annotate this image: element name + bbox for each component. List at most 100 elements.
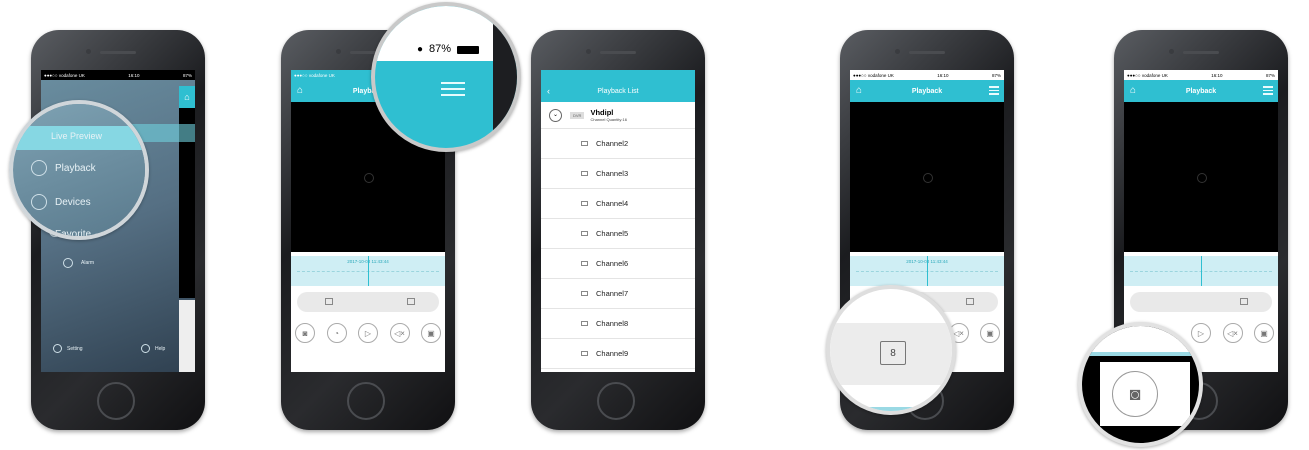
front-camera bbox=[336, 49, 341, 54]
camera-icon bbox=[581, 141, 588, 146]
speaker bbox=[100, 51, 136, 54]
channel-label: Channel6 bbox=[596, 259, 629, 268]
play-icon: ▷ bbox=[364, 328, 372, 338]
speaker bbox=[600, 51, 636, 54]
fullscreen-icon[interactable] bbox=[966, 298, 974, 305]
snapshot-button-zoom[interactable]: ◙ bbox=[1112, 371, 1158, 417]
magnifier-live-preview: Live Preview bbox=[51, 131, 103, 141]
lock-icon: ● bbox=[417, 44, 424, 55]
status-bar: ●●●○○ vodafone UK 16:10 87% bbox=[850, 70, 1004, 80]
setting-button[interactable]: Setting bbox=[53, 344, 83, 353]
timeline-cursor[interactable] bbox=[927, 256, 928, 286]
magnifier-accent-line bbox=[830, 407, 952, 411]
menu-item-alarm[interactable]: Alarm bbox=[63, 258, 94, 268]
home-button bbox=[97, 382, 135, 420]
home-icon[interactable]: ⌂ bbox=[1130, 85, 1136, 97]
back-icon[interactable]: ‹ bbox=[547, 85, 550, 97]
add-channel-icon[interactable] bbox=[364, 173, 374, 183]
timeline-cursor[interactable] bbox=[368, 256, 369, 286]
home-icon[interactable]: ⌂ bbox=[856, 85, 862, 97]
page-title: Playback bbox=[911, 87, 943, 95]
calendar-icon[interactable] bbox=[325, 298, 333, 305]
time-text: 16:10 bbox=[937, 72, 949, 78]
camera-icon bbox=[581, 201, 588, 206]
mute-button[interactable]: ◁× bbox=[1222, 323, 1243, 343]
camera-icon: ◙ bbox=[1129, 383, 1141, 404]
camera-icon bbox=[581, 291, 588, 296]
list-item[interactable]: Channel6 bbox=[541, 249, 695, 279]
phone-4: ●●●○○ vodafone UK 16:10 87% ⌂ Playback 2… bbox=[826, 30, 1014, 430]
timeline-cursor[interactable] bbox=[1201, 256, 1202, 286]
magnifier-calendar: 8 bbox=[826, 285, 956, 415]
help-button[interactable]: Help bbox=[141, 344, 165, 353]
list-item[interactable]: Channel8 bbox=[541, 309, 695, 339]
calendar-icon[interactable]: 8 bbox=[880, 341, 906, 365]
screen-list: ‹ Playback List ⌄ DVR Vhdipl Channel Qua… bbox=[541, 70, 695, 372]
channel-label: Channel8 bbox=[596, 319, 629, 328]
page-title: Playback bbox=[1185, 87, 1217, 95]
camera-icon bbox=[581, 231, 588, 236]
snapshot-button[interactable]: ◙ bbox=[295, 323, 315, 343]
home-icon[interactable]: ⌂ bbox=[179, 86, 195, 108]
video-view[interactable] bbox=[850, 102, 1004, 252]
magnifier-devices: Devices bbox=[31, 194, 91, 210]
playback-buttons: ◙ ◔ ▷ ◁× ▣ bbox=[295, 323, 441, 345]
carrier-text: ●●●○○ vodafone UK bbox=[44, 72, 85, 78]
multi-screen-button[interactable]: ▣ bbox=[980, 323, 1000, 343]
fullscreen-icon[interactable] bbox=[407, 298, 415, 305]
alarm-icon bbox=[63, 258, 73, 268]
battery-text: 87% bbox=[1265, 72, 1275, 78]
timeline[interactable]: 2017-10-03 11:43:44 bbox=[850, 256, 1004, 286]
device-info: Vhdipl Channel Quantity:16 bbox=[590, 108, 626, 122]
list-item[interactable]: Channel7 bbox=[541, 279, 695, 309]
magnifier-snapshot: ◙ bbox=[1078, 322, 1203, 447]
menu-icon[interactable] bbox=[989, 86, 999, 97]
calendar-day: 8 bbox=[890, 348, 896, 359]
video-view[interactable] bbox=[1124, 102, 1278, 252]
nav-bar: ⌂ Playback bbox=[1124, 80, 1278, 102]
carrier-text: ●●●○○ vodafone UK bbox=[853, 72, 894, 78]
timeline[interactable]: 2017-10-03 11:43:44 bbox=[291, 256, 445, 286]
multi-screen-button[interactable]: ▣ bbox=[1254, 323, 1274, 343]
list-item[interactable]: Channel2 bbox=[541, 129, 695, 159]
add-channel-icon[interactable] bbox=[1197, 173, 1207, 183]
status-bar: ●●●○○ vodafone UK 16:10 87% bbox=[41, 70, 195, 80]
list-item[interactable]: Channel5 bbox=[541, 219, 695, 249]
menu-icon[interactable] bbox=[1263, 86, 1273, 97]
phone-1: ●●●○○ vodafone UK 16:10 87% ⌂ Live Previ… bbox=[9, 30, 205, 430]
page-title: Playback List bbox=[597, 87, 639, 95]
screen-icon: ▣ bbox=[427, 328, 435, 338]
channel-label: Channel9 bbox=[596, 349, 629, 358]
battery-icon bbox=[457, 46, 479, 54]
nav-bar: ‹ Playback List bbox=[541, 80, 695, 102]
menu-icon[interactable] bbox=[441, 82, 465, 96]
list-item[interactable]: Channel9 bbox=[541, 339, 695, 369]
fullscreen-icon[interactable] bbox=[1240, 298, 1248, 305]
battery-text: 87% bbox=[182, 72, 192, 78]
device-sub: Channel Quantity:16 bbox=[590, 117, 627, 122]
camera-icon bbox=[581, 321, 588, 326]
mute-button[interactable]: ◁× bbox=[389, 323, 410, 343]
timeline[interactable] bbox=[1124, 256, 1278, 286]
gear-icon bbox=[53, 344, 62, 353]
chevron-down-icon[interactable]: ⌄ bbox=[549, 108, 562, 122]
home-button bbox=[597, 382, 635, 420]
home-icon[interactable]: ⌂ bbox=[297, 85, 303, 97]
magnifier-battery: 87% bbox=[429, 43, 452, 55]
record-button[interactable]: ◔ bbox=[326, 323, 347, 343]
carrier-text: ●●●○○ vodafone UK bbox=[1127, 72, 1168, 78]
add-channel-icon[interactable] bbox=[923, 173, 933, 183]
device-row[interactable]: ⌄ DVR Vhdipl Channel Quantity:16 bbox=[541, 102, 695, 129]
play-button[interactable]: ▷ bbox=[358, 323, 378, 343]
camera-icon bbox=[581, 261, 588, 266]
help-icon bbox=[141, 344, 150, 353]
carrier-text: ●●●○○ vodafone UK bbox=[294, 72, 335, 78]
list-item[interactable]: Channel3 bbox=[541, 159, 695, 189]
screen-icon: ▣ bbox=[986, 328, 994, 338]
multi-screen-button[interactable]: ▣ bbox=[421, 323, 441, 343]
menu-label: Alarm bbox=[81, 260, 95, 266]
list-item[interactable]: Channel4 bbox=[541, 189, 695, 219]
front-camera bbox=[86, 49, 91, 54]
channel-label: Channel4 bbox=[596, 199, 629, 208]
magnifier-label: Devices bbox=[55, 196, 91, 208]
